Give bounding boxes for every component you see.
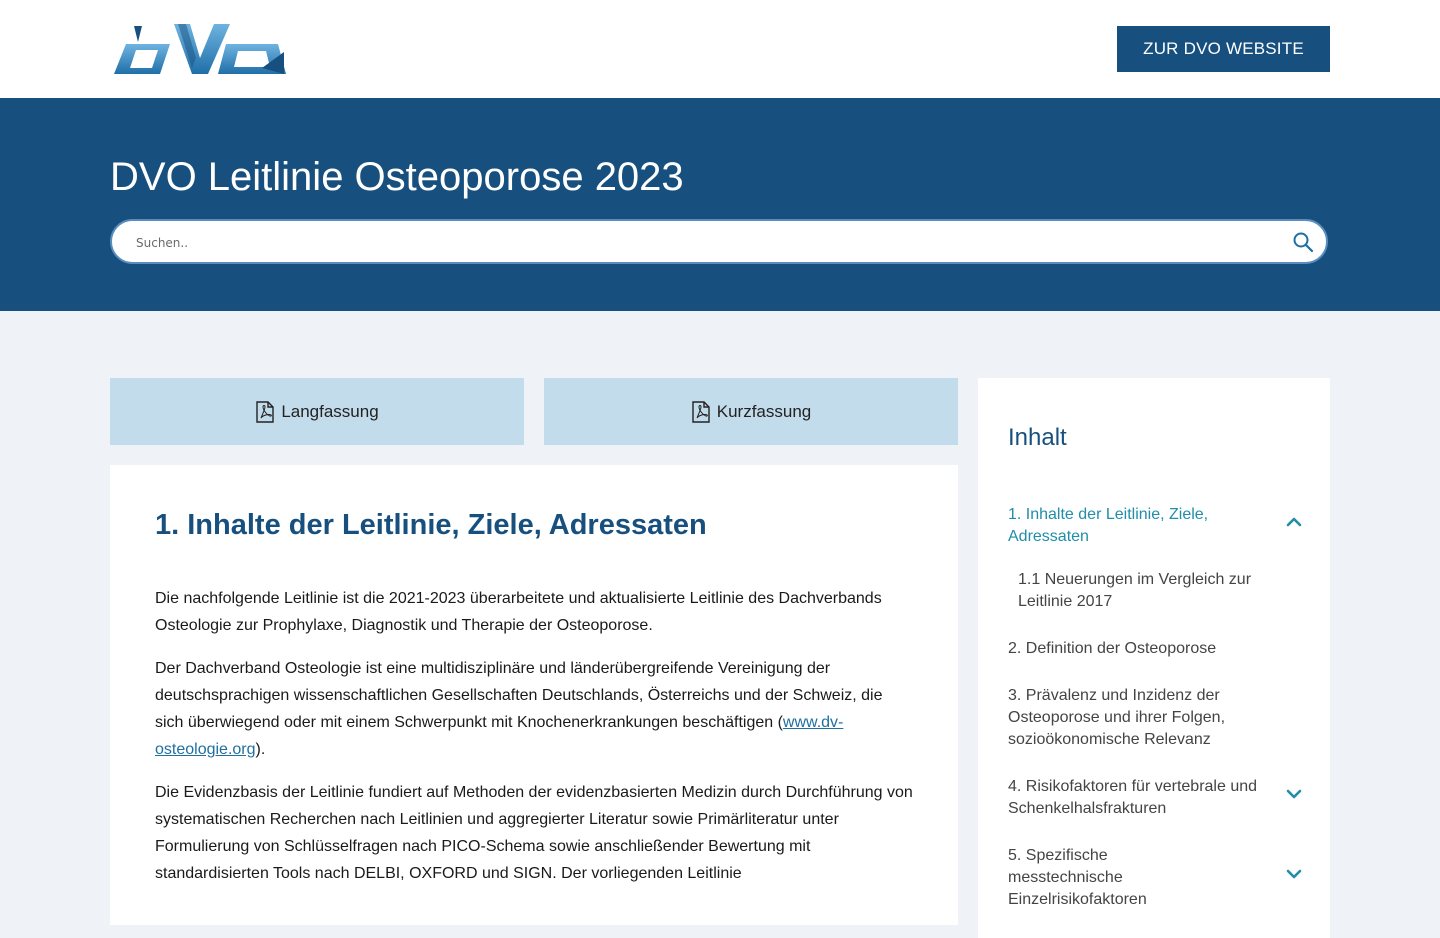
chevron-down-icon[interactable]: [1285, 865, 1303, 883]
toc-item-inhalte[interactable]: 1. Inhalte der Leitlinie, Ziele, Adressa…: [1008, 504, 1258, 548]
toc-item-messtechnische[interactable]: 5. Spezifische messtechnische Einzelrisi…: [1008, 845, 1208, 911]
kurzfassung-button[interactable]: Kurzfassung: [544, 378, 958, 445]
paragraph: Der Dachverband Osteologie ist eine mult…: [155, 655, 915, 763]
chevron-up-icon[interactable]: [1285, 513, 1303, 531]
main-content: Langfassung Kurzfassung 1. Inhalte der L…: [0, 311, 1440, 938]
search-icon[interactable]: [1292, 231, 1314, 253]
paragraph-text: Der Dachverband Osteologie ist eine mult…: [155, 660, 883, 731]
toc-item-praevalenz[interactable]: 3. Prävalenz und Inzidenz der Osteoporos…: [1008, 685, 1258, 751]
toc-title: Inhalt: [1008, 424, 1067, 451]
paragraph-text: ).: [255, 741, 266, 758]
search-bar: [110, 219, 1328, 264]
dvo-website-button[interactable]: ZUR DVO WEBSITE: [1117, 26, 1330, 72]
pdf-file-icon: [692, 400, 710, 423]
kurzfassung-label: Kurzfassung: [716, 401, 812, 421]
top-bar: ZUR DVO WEBSITE: [0, 0, 1440, 98]
langfassung-label: Langfassung: [281, 401, 379, 421]
dvo-logo[interactable]: [112, 22, 286, 76]
section-body: Die nachfolgende Leitlinie ist die 2021-…: [155, 585, 915, 903]
chevron-down-icon[interactable]: [1285, 785, 1303, 803]
section-heading: 1. Inhalte der Leitlinie, Ziele, Adressa…: [155, 509, 707, 541]
toc-item-neuerungen[interactable]: 1.1 Neuerungen im Vergleich zur Leitlini…: [1018, 569, 1288, 613]
content-card: 1. Inhalte der Leitlinie, Ziele, Adressa…: [110, 465, 958, 925]
page-title: DVO Leitlinie Osteoporose 2023: [110, 155, 684, 199]
hero-banner: DVO Leitlinie Osteoporose 2023: [0, 98, 1440, 311]
toc-item-definition[interactable]: 2. Definition der Osteoporose: [1008, 638, 1258, 660]
paragraph: Die nachfolgende Leitlinie ist die 2021-…: [155, 590, 882, 634]
paragraph: Die Evidenzbasis der Leitlinie fundiert …: [155, 784, 913, 882]
table-of-contents: Inhalt 1. Inhalte der Leitlinie, Ziele, …: [978, 378, 1330, 938]
search-input[interactable]: [134, 221, 1278, 264]
langfassung-button[interactable]: Langfassung: [110, 378, 524, 445]
toc-item-risikofaktoren[interactable]: 4. Risikofaktoren für vertebrale und Sch…: [1008, 776, 1258, 820]
pdf-file-icon: [256, 400, 275, 423]
